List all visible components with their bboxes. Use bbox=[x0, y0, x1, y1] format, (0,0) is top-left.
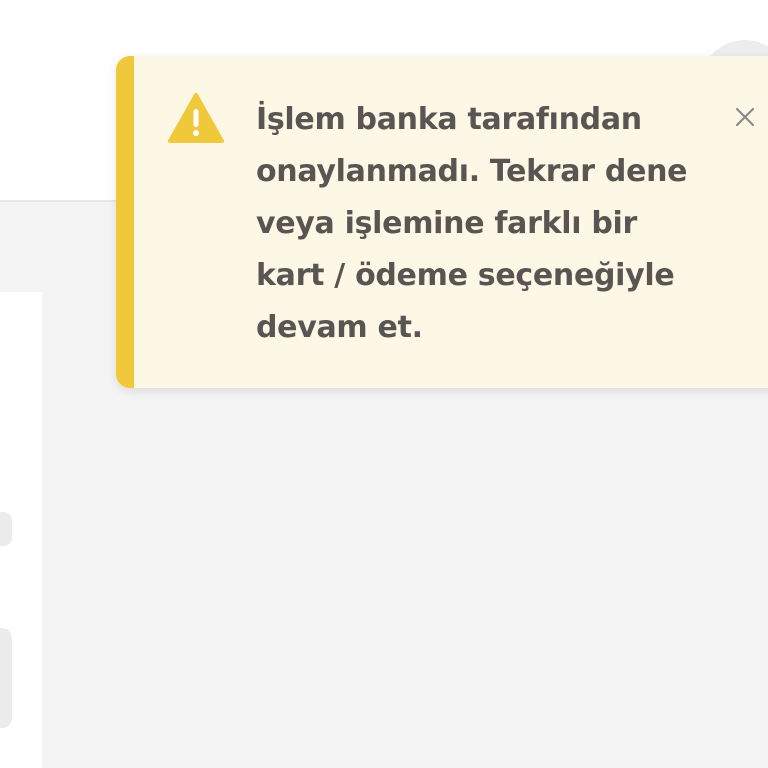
toast-message: İşlem banka tarafından onaylanmadı. Tekr… bbox=[256, 102, 688, 345]
close-icon bbox=[734, 106, 756, 128]
warning-toast: İşlem banka tarafından onaylanmadı. Tekr… bbox=[116, 56, 768, 388]
warning-triangle-icon bbox=[168, 92, 224, 144]
toast-accent-bar bbox=[116, 56, 134, 388]
close-button[interactable] bbox=[730, 102, 760, 132]
left-card-control[interactable] bbox=[0, 512, 12, 546]
page: İşlem banka tarafından onaylanmadı. Tekr… bbox=[0, 0, 768, 768]
left-card-control[interactable] bbox=[0, 628, 12, 728]
